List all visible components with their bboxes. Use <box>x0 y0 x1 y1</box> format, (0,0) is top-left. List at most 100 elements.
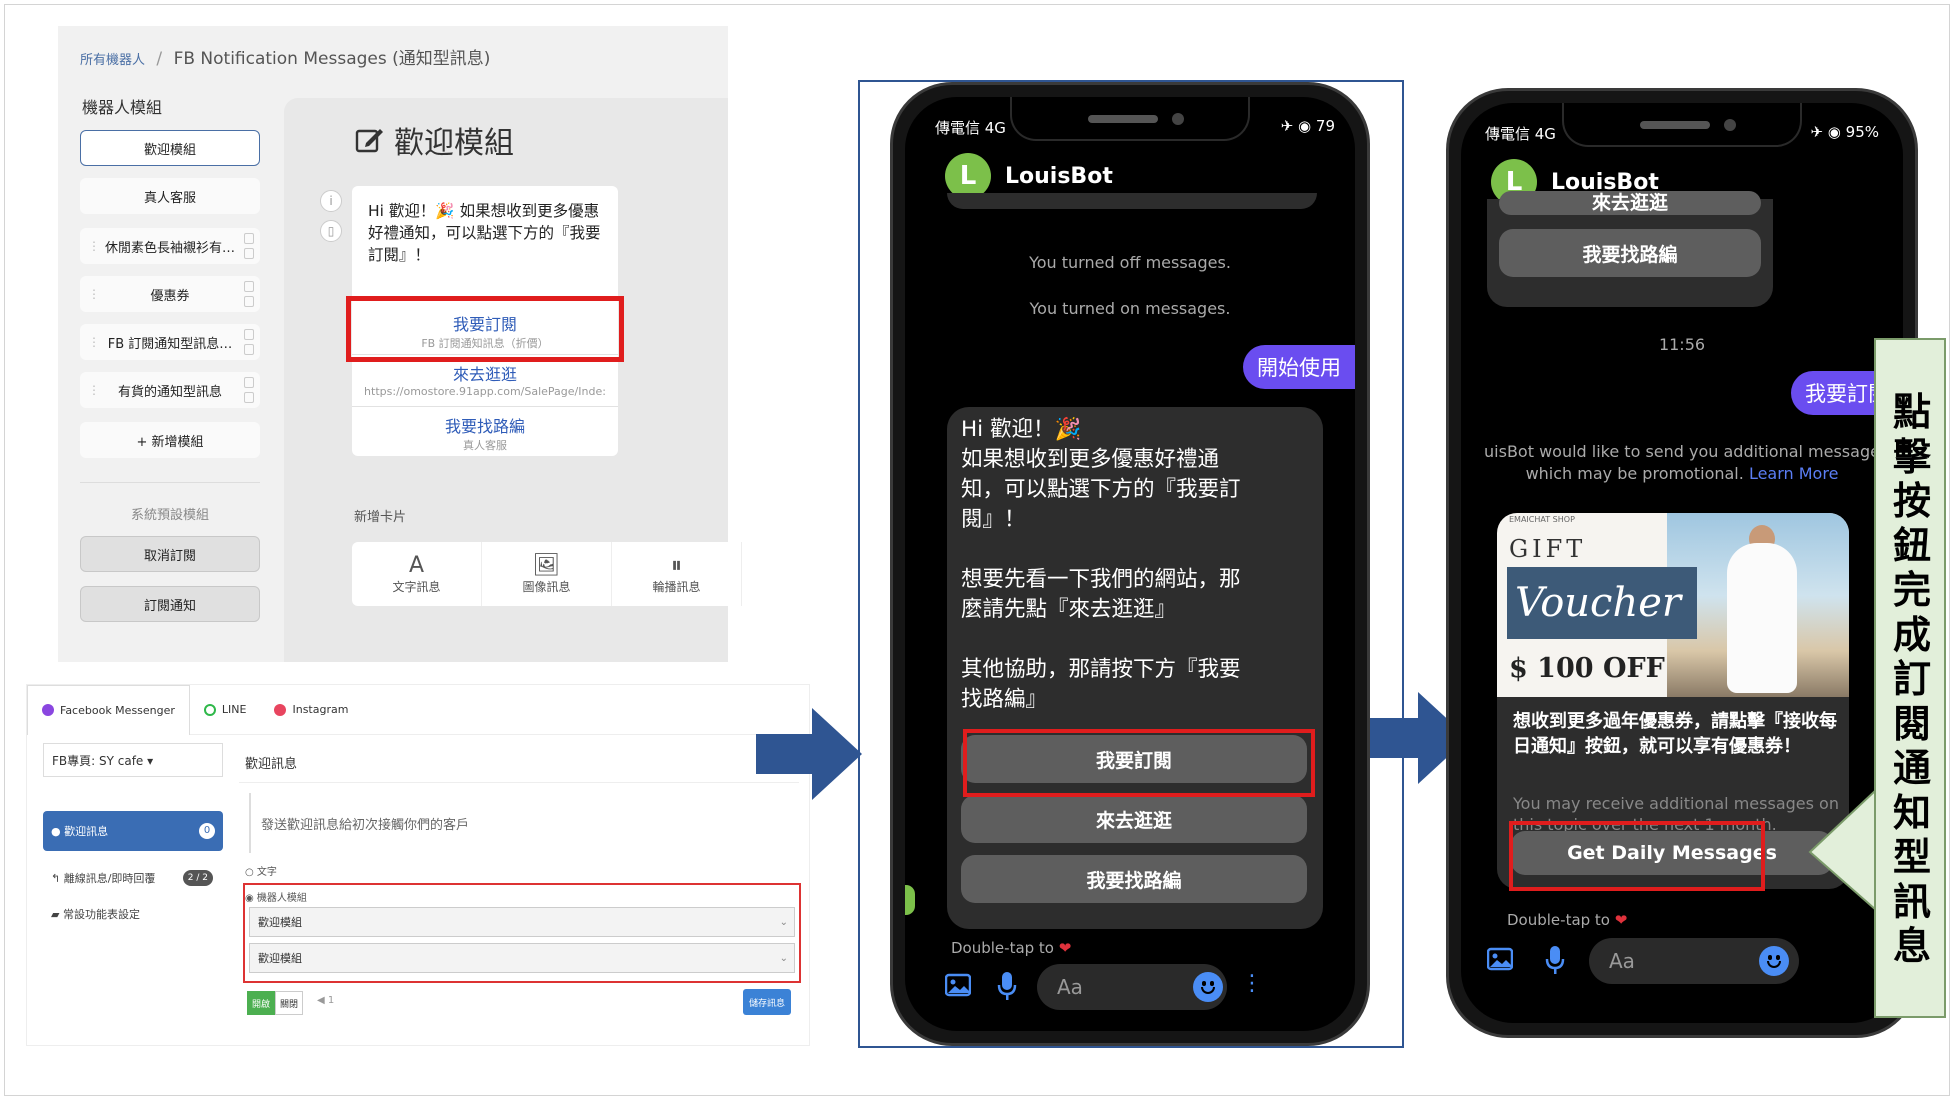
tab-facebook-messenger[interactable]: Facebook Messenger <box>27 684 190 735</box>
option-bot-radio[interactable]: ◉ 機器人模組 <box>245 889 307 904</box>
microphone-icon[interactable] <box>997 971 1017 1001</box>
select-value: 歡迎模組 <box>258 952 302 965</box>
emoji-icon[interactable] <box>1193 972 1223 1002</box>
drag-handle-icon[interactable]: ⋮ <box>88 287 100 301</box>
notice-line: uisBot would like to send you additional… <box>1484 442 1880 461</box>
composer-bar: Aa <box>1461 931 1903 991</box>
option-text-radio[interactable]: ○ 文字 <box>245 863 277 878</box>
select-value: 歡迎模組 <box>258 916 302 929</box>
toggle-off[interactable]: 關閉 <box>275 991 303 1015</box>
bot-module-select[interactable]: 歡迎模組 ⌄ <box>249 943 795 973</box>
heart-icon: ❤ <box>1614 911 1628 929</box>
card-button-agent[interactable]: 我要找路編 真人客服 <box>352 406 618 456</box>
highlight-box <box>346 296 624 362</box>
module-label: 真人客服 <box>143 190 196 206</box>
quick-reply-agent[interactable]: 我要找路編 <box>961 855 1307 903</box>
save-button[interactable]: 儲存訊息 <box>743 989 791 1015</box>
module-item-restock[interactable]: ⋮ 有貨的通知型訊息 <box>80 372 260 408</box>
quick-reply-browse[interactable]: 來去逛逛 <box>961 795 1307 843</box>
avatar-edge <box>905 885 915 915</box>
double-tap-hint: Double-tap to ❤ <box>1507 911 1627 929</box>
add-card-label: 新增卡片 <box>354 510 407 525</box>
bot-line: Hi 歡迎！🎉 <box>961 417 1082 442</box>
module-item-coupon[interactable]: ⋮ 優惠券 <box>80 276 260 312</box>
module-label: 有貨的通知型訊息 <box>117 384 222 400</box>
microphone-icon[interactable] <box>1545 945 1565 975</box>
trash-icon[interactable]: ▯ <box>320 220 342 242</box>
bot-line <box>961 535 1321 565</box>
callout-box: 點擊按鈕完成訂閱通知型訊息 <box>1874 338 1946 1018</box>
gift-text: GIFT <box>1509 535 1587 563</box>
speaker <box>1088 115 1158 123</box>
drag-handle-icon[interactable]: ⋮ <box>88 335 100 349</box>
learn-more-link[interactable]: Learn More <box>1749 464 1838 483</box>
tab-line[interactable]: LINE <box>190 685 261 735</box>
module-label: FB 訂閱通知型訊息… <box>107 336 233 352</box>
module-item-live-agent[interactable]: 真人客服 <box>80 178 260 214</box>
drag-handle-icon[interactable]: ⋮ <box>88 239 100 253</box>
line-icon <box>203 703 216 716</box>
quick-reply-agent[interactable]: 我要找路編 <box>1499 229 1761 277</box>
unsubscribe-module-button[interactable]: 取消訂閱 <box>80 536 260 572</box>
carousel-icon: ⏸ <box>670 552 682 578</box>
composer-bar: Aa ⋮ <box>905 957 1355 1017</box>
card-button-sub: 真人客服 <box>463 439 507 452</box>
card-message-text[interactable]: Hi 歡迎！🎉 如果想收到更多優惠好禮通知，可以點選下方的『我要訂閱』！ <box>368 200 608 266</box>
module-label: 休閒素色長袖襯衫有… <box>104 240 235 256</box>
copy-icon[interactable] <box>244 329 254 340</box>
add-card-bar: A 文字訊息 🖼 圖像訊息 ⏸ 輪播訊息 <box>352 542 742 606</box>
delete-icon[interactable] <box>244 248 254 259</box>
module-title-text[interactable]: 歡迎模組 <box>394 118 514 162</box>
add-carousel-card[interactable]: ⏸ 輪播訊息 <box>612 542 742 606</box>
add-type-label: 文字訊息 <box>392 579 441 594</box>
optin-title: 想收到更多過年優惠券，請點擊『接收每日通知』按鈕，就可以享有優惠券！ <box>1513 711 1837 757</box>
system-module-label: 訂閱通知 <box>143 598 196 614</box>
add-module-button[interactable]: + 新增模組 <box>80 422 260 458</box>
nav-label: ● 歡迎訊息 <box>51 825 109 838</box>
add-image-card[interactable]: 🖼 圖像訊息 <box>482 542 612 606</box>
image-icon[interactable] <box>945 973 971 997</box>
module-label: + 新增模組 <box>136 434 204 450</box>
more-icon[interactable]: ⋮ <box>1241 971 1263 996</box>
edit-icon[interactable] <box>354 125 384 155</box>
module-item-fb-subscribe[interactable]: ⋮ FB 訂閱通知型訊息… <box>80 324 260 360</box>
emoji-icon[interactable] <box>1759 946 1789 976</box>
messenger-icon <box>42 704 54 716</box>
image-icon[interactable] <box>1487 947 1513 971</box>
carrier-status: 傳電信 4G <box>1485 125 1556 143</box>
timestamp: 11:56 <box>1658 335 1706 354</box>
slide: { "editor": { "breadcrumb_root": "所有機器人"… <box>0 0 1954 1100</box>
quick-reply-browse[interactable]: 來去逛逛 <box>1499 191 1761 215</box>
welcome-hint: 發送歡迎訊息給初次接觸你們的客戶 <box>249 793 789 853</box>
info-icon[interactable]: i <box>320 190 342 212</box>
chevron-down-icon: ⌄ <box>779 952 788 964</box>
bot-message: Hi 歡迎！🎉 如果想收到更多優惠好禮通 知，可以點選下方的『我要訂 閱』！ 想… <box>947 407 1323 929</box>
copy-icon[interactable] <box>244 377 254 388</box>
nav-offline-reply[interactable]: ↰ 離線訊息/即時回覆 2 / 2 <box>43 863 223 893</box>
delete-icon[interactable] <box>244 296 254 307</box>
speaker <box>1640 121 1710 129</box>
drag-handle-icon[interactable]: ⋮ <box>88 383 100 397</box>
bot-name[interactable]: LouisBot <box>1005 164 1113 189</box>
bot-line: 想要先看一下我們的網站，那 <box>961 567 1241 592</box>
nav-persistent-menu[interactable]: ▰ 常設功能表設定 <box>43 899 223 929</box>
bot-line: 其他協助，那請按下方『我要 <box>961 657 1241 682</box>
bot-module-editor: 所有機器人 / FB Notification Messages (通知型訊息)… <box>58 26 742 662</box>
battery-status: ✈ ◉ 79 <box>1280 117 1335 135</box>
subscribe-notify-module-button[interactable]: 訂閱通知 <box>80 586 260 622</box>
messenger-screen: 傳電信 4G ✈ ◉ 79 L LouisBot You turned off … <box>905 97 1355 1031</box>
module-item-welcome[interactable]: 歡迎模組 <box>80 130 260 166</box>
breadcrumb-root[interactable]: 所有機器人 <box>80 53 145 68</box>
toggle-on[interactable]: 開啟 <box>247 991 275 1015</box>
copy-icon[interactable] <box>244 233 254 244</box>
tab-instagram[interactable]: Instagram <box>260 685 362 735</box>
nav-welcome-message[interactable]: ● 歡迎訊息 0 <box>43 811 223 851</box>
copy-icon[interactable] <box>244 281 254 292</box>
system-message: You turned on messages. <box>1029 299 1231 318</box>
delete-icon[interactable] <box>244 344 254 355</box>
bot-module-select[interactable]: 歡迎模組 ⌄ <box>249 907 795 937</box>
module-item-shirt[interactable]: ⋮ 休閒素色長袖襯衫有… <box>80 228 260 264</box>
add-text-card[interactable]: A 文字訊息 <box>352 542 482 606</box>
delete-icon[interactable] <box>244 392 254 403</box>
page-select[interactable]: FB專頁: SY cafe ▾ <box>43 743 223 777</box>
